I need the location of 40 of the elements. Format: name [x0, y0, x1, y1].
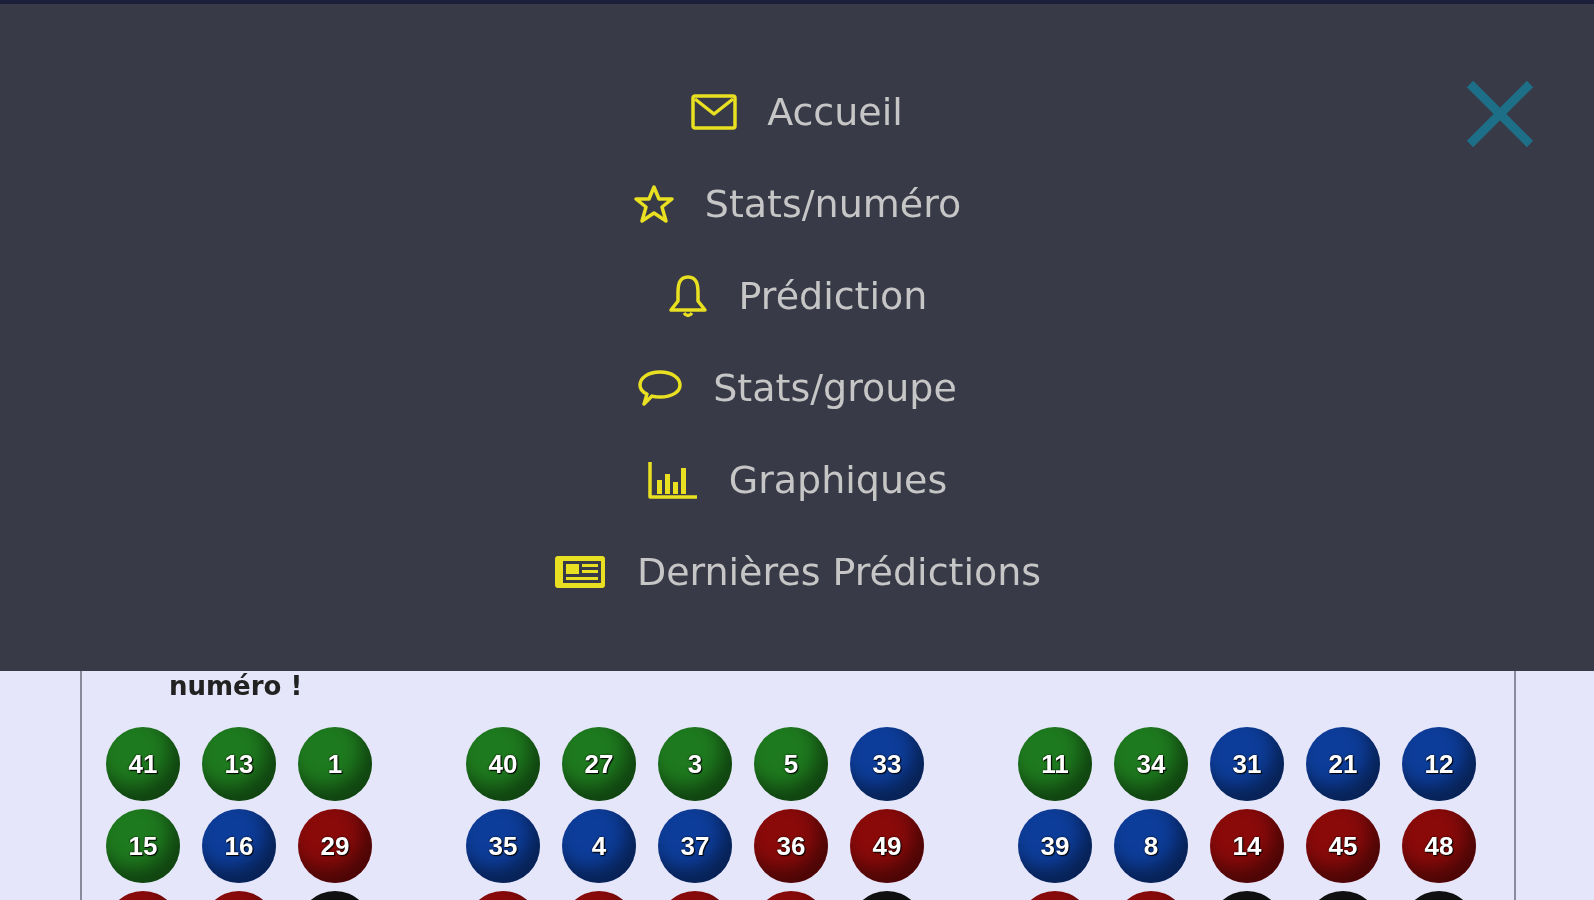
menu-link[interactable]: Stats/numéro — [632, 180, 962, 228]
newspaper-icon — [552, 553, 607, 591]
menu-link[interactable]: Graphiques — [646, 456, 948, 504]
number-ball: 13 — [202, 727, 276, 801]
number-ball: 45 — [1306, 809, 1380, 883]
number-ball: 4 — [562, 809, 636, 883]
envelope-icon — [691, 94, 738, 130]
number-ball: 29 — [298, 809, 372, 883]
number-ball: 36 — [754, 809, 828, 883]
number-ball: 35 — [466, 809, 540, 883]
number-ball: 40 — [466, 727, 540, 801]
number-ball: 11 — [1018, 727, 1092, 801]
number-ball: 49 — [850, 809, 924, 883]
menu-link[interactable]: Prédiction — [666, 272, 928, 320]
number-ball: 12 — [1402, 727, 1476, 801]
number-ball: 14 — [1210, 809, 1284, 883]
number-ball: 5 — [754, 727, 828, 801]
number-ball: 31 — [1210, 727, 1284, 801]
menu-link[interactable]: Dernières Prédictions — [552, 548, 1042, 596]
number-ball: 39 — [1018, 809, 1092, 883]
number-ball: 15 — [106, 809, 180, 883]
speech-bubble-icon — [637, 368, 684, 408]
number-ball: 1 — [298, 727, 372, 801]
number-ball: 37 — [658, 809, 732, 883]
section-heading: numéro ! — [169, 671, 303, 701]
menu-link[interactable]: Accueil — [691, 88, 903, 136]
star-icon — [632, 184, 675, 224]
number-ball: 3 — [658, 727, 732, 801]
number-ball: 27 — [562, 727, 636, 801]
close-button[interactable] — [1464, 78, 1536, 150]
number-ball: 8 — [1114, 809, 1188, 883]
number-ball: 16 — [202, 809, 276, 883]
number-ball: 33 — [850, 727, 924, 801]
menu-link[interactable]: Stats/groupe — [637, 364, 957, 412]
bell-icon — [666, 273, 709, 319]
number-ball: 41 — [106, 727, 180, 801]
bar-chart-icon — [646, 460, 699, 500]
number-ball: 48 — [1402, 809, 1476, 883]
number-ball: 34 — [1114, 727, 1188, 801]
number-ball: 21 — [1306, 727, 1380, 801]
